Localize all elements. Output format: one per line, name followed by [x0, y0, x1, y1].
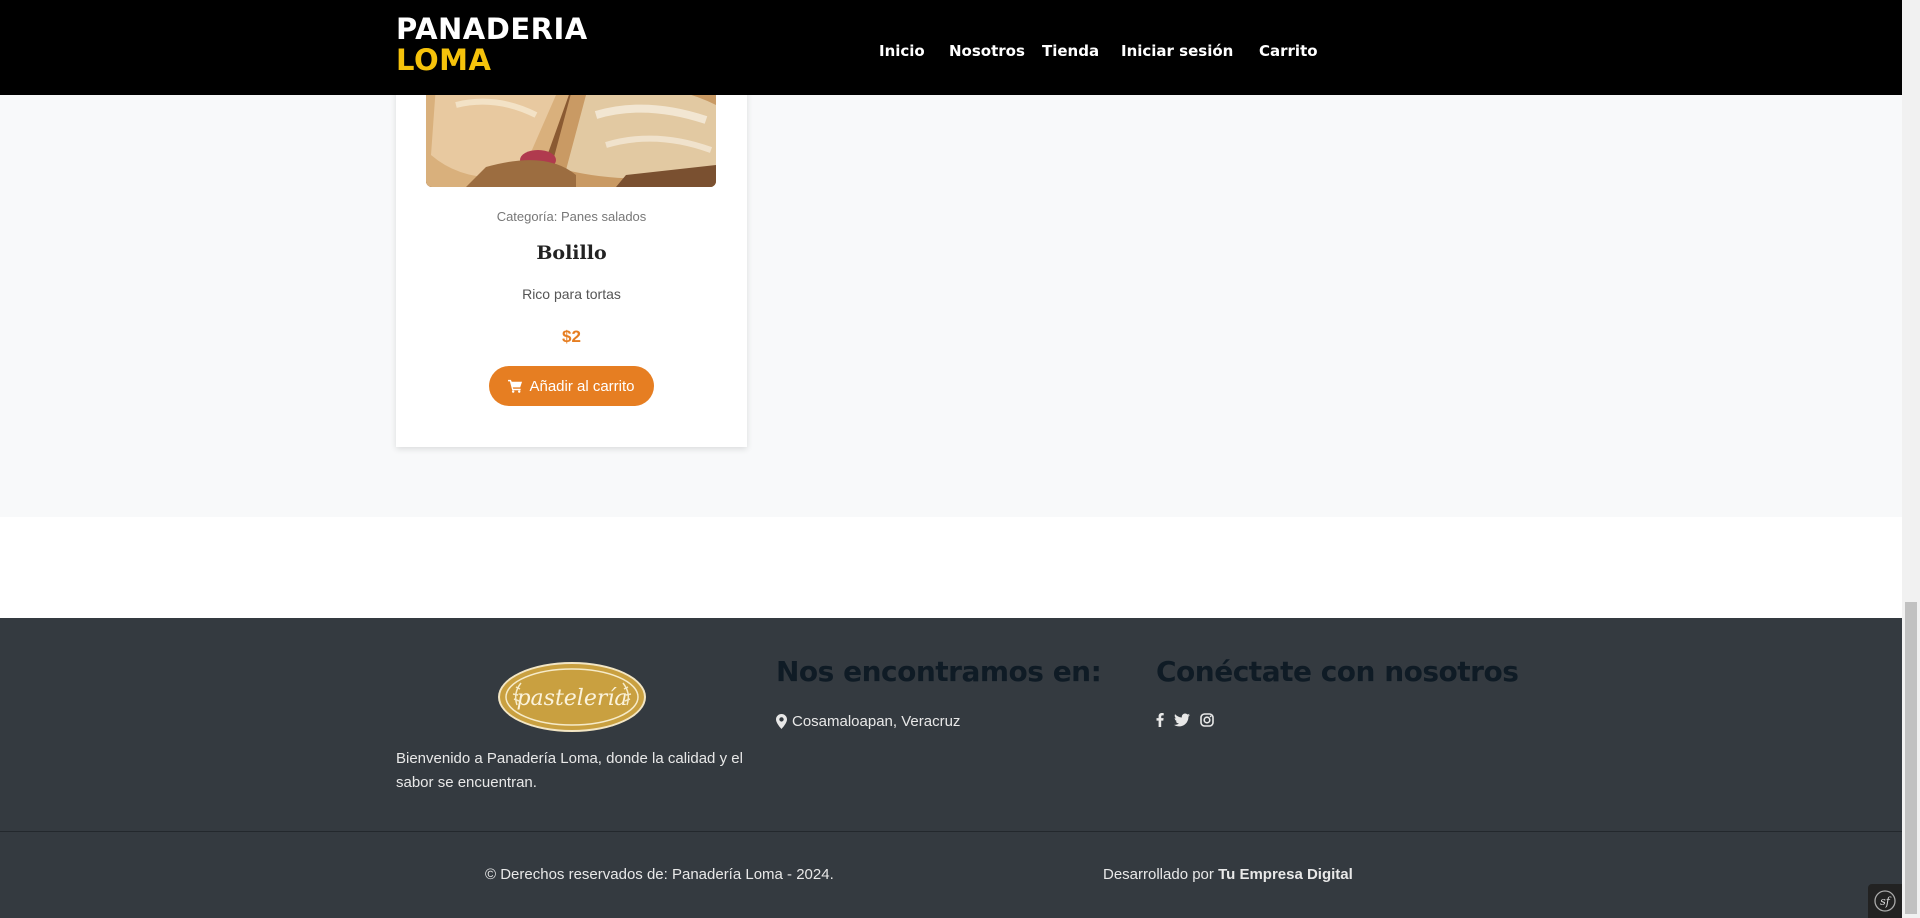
instagram-icon[interactable] [1200, 713, 1214, 727]
location: Cosamaloapan, Veracruz [776, 713, 960, 730]
symfony-toolbar-toggle[interactable]: sf [1868, 884, 1902, 918]
pasteleria-logo: pastelería [497, 661, 647, 733]
twitter-icon[interactable] [1174, 713, 1190, 727]
copyright: © Derechos reservados de: Panadería Loma… [485, 866, 834, 883]
page-scrollbar[interactable] [1902, 0, 1920, 918]
nav-inicio[interactable]: Inicio [879, 42, 925, 60]
product-category: Categoría: Panes salados [496, 209, 647, 224]
section-spacer [0, 517, 1902, 618]
shopping-cart-icon [508, 379, 523, 393]
brand-logo[interactable]: PANADERIA LOMA [396, 14, 588, 76]
nav-iniciar-sesion[interactable]: Iniciar sesión [1121, 42, 1233, 60]
product-name[interactable]: Bolillo [396, 242, 747, 264]
brand-line-2: LOMA [396, 43, 492, 77]
products-section: Categoría: Panes salados Bolillo Rico pa… [0, 75, 1902, 517]
location-text: Cosamaloapan, Veracruz [792, 713, 961, 730]
site-header: PANADERIA LOMA Inicio Nosotros Tienda In… [0, 0, 1902, 95]
developer-link[interactable]: Tu Empresa Digital [1218, 866, 1353, 883]
svg-text:sf: sf [1880, 895, 1892, 908]
footer-description: Bienvenido a Panadería Loma, donde la ca… [396, 750, 743, 791]
add-to-cart-button[interactable]: Añadir al carrito [489, 366, 654, 406]
developed-by-prefix: Desarrollado por [1103, 866, 1214, 883]
location-heading: Nos encontramos en: [776, 655, 1102, 688]
facebook-icon[interactable] [1156, 713, 1164, 727]
nav-tienda[interactable]: Tienda [1042, 42, 1099, 60]
svg-text:pastelería: pastelería [516, 686, 627, 711]
nav-nosotros[interactable]: Nosotros [949, 42, 1025, 60]
social-links [1156, 713, 1214, 727]
social-heading: Conéctate con nosotros [1156, 655, 1519, 688]
scrollbar-thumb[interactable] [1905, 602, 1917, 914]
map-marker-icon [776, 714, 787, 729]
site-footer: pastelería Bienvenido a Panadería Loma, … [0, 618, 1902, 918]
add-to-cart-label: Añadir al carrito [529, 377, 635, 395]
footer-divider [0, 831, 1902, 832]
product-description: Rico para tortas [522, 286, 621, 302]
brand-line-1: PANADERIA [396, 12, 588, 46]
product-price: $2 [562, 327, 581, 346]
product-card: Categoría: Panes salados Bolillo Rico pa… [396, 75, 747, 447]
symfony-icon: sf [1874, 890, 1896, 912]
developed-by: Desarrollado por Tu Empresa Digital [1103, 866, 1353, 883]
nav-carrito[interactable]: Carrito [1259, 42, 1318, 60]
